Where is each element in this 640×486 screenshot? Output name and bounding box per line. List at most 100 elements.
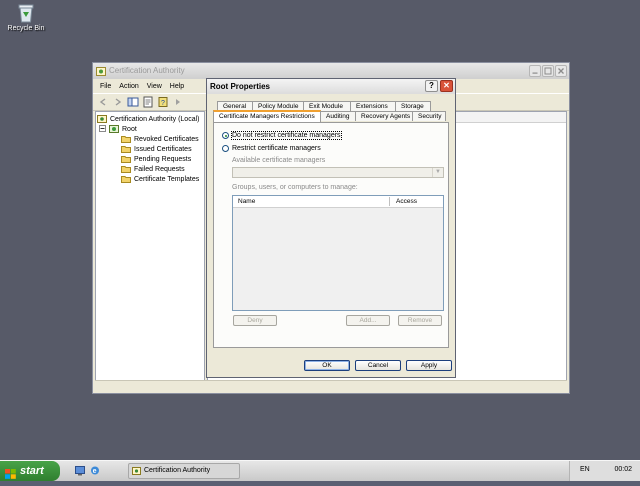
tree-node-failed[interactable]: Failed Requests (121, 165, 185, 173)
column-header-access[interactable]: Access (396, 196, 417, 207)
minimize-icon (532, 72, 538, 74)
ok-button[interactable]: OK (304, 360, 350, 371)
system-tray: EN 00:02 (569, 461, 640, 481)
taskbar-item-label: Certification Authority (144, 467, 211, 474)
dialog-title: Root Properties (210, 82, 271, 91)
forward-arrow-icon (115, 98, 122, 106)
taskbar-item-certification-authority[interactable]: Certification Authority (128, 463, 240, 479)
taskbar: start e Certification Authority EN 00:02 (0, 460, 640, 481)
menu-help[interactable]: Help (168, 83, 186, 90)
add-button[interactable]: Add... (346, 315, 390, 326)
recycle-bin-shortcut[interactable]: Recycle Bin (6, 2, 46, 32)
internet-explorer-icon: e (91, 466, 99, 475)
certificate-authority-icon (96, 66, 106, 76)
play-button[interactable] (172, 96, 184, 108)
language-indicator[interactable]: EN (580, 466, 590, 473)
tab-panel: Do not restrict certificate managers Res… (213, 122, 449, 348)
tab-certificate-managers-restrictions[interactable]: Certificate Managers Restrictions (213, 110, 321, 122)
radio-do-not-restrict[interactable]: Do not restrict certificate managers (222, 131, 342, 140)
tree-label-pending: Pending Requests (134, 155, 192, 163)
maximize-icon (544, 67, 552, 75)
collapse-minus-icon[interactable] (99, 125, 106, 133)
show-desktop-icon (75, 466, 85, 476)
column-header-name[interactable]: Name (238, 196, 255, 207)
tree-node-revoked[interactable]: Revoked Certificates (121, 135, 199, 143)
dialog-titlebar[interactable]: Root Properties ? ✕ (207, 79, 455, 94)
column-divider (389, 197, 390, 206)
close-icon: ✕ (443, 81, 450, 90)
mmc-title: Certification Authority (109, 66, 185, 75)
folder-icon (121, 145, 131, 153)
svg-text:e: e (93, 468, 97, 475)
radio-do-not-restrict-label: Do not restrict certificate managers (231, 131, 342, 140)
folder-icon (121, 135, 131, 143)
maximize-button[interactable] (542, 65, 554, 77)
minimize-button[interactable] (529, 65, 541, 77)
close-icon (558, 68, 564, 74)
radio-restrict[interactable]: Restrict certificate managers (222, 145, 321, 152)
available-managers-label: Available certificate managers (232, 157, 326, 164)
back-arrow-icon (99, 98, 106, 106)
radio-restrict-label: Restrict certificate managers (232, 145, 321, 152)
clock[interactable]: 00:02 (614, 466, 632, 473)
folder-icon (121, 165, 131, 173)
console-tree-icon (127, 97, 139, 107)
console-tree: Certification Authority (Local) Root Rev… (95, 111, 205, 381)
radio-selected-icon (222, 132, 229, 139)
console-tree-button[interactable] (127, 96, 139, 108)
recycle-bin-label: Recycle Bin (7, 25, 45, 32)
tab-auditing[interactable]: Auditing (320, 111, 356, 121)
back-button[interactable] (97, 96, 109, 108)
radio-unselected-icon (222, 145, 229, 152)
svg-text:?: ? (161, 100, 165, 107)
apply-button[interactable]: Apply (406, 360, 452, 371)
tab-security[interactable]: Security (412, 111, 446, 121)
mmc-close-button[interactable] (555, 65, 567, 77)
tree-label-issued: Issued Certificates (134, 145, 192, 153)
dialog-close-button[interactable]: ✕ (440, 80, 453, 92)
properties-icon (143, 96, 153, 108)
folder-icon (121, 155, 131, 163)
recycle-bin-icon (15, 2, 37, 24)
menu-file[interactable]: File (98, 83, 113, 90)
certificate-authority-icon (132, 467, 141, 475)
remove-button[interactable]: Remove (398, 315, 442, 326)
tree-label-ca-local: Certification Authority (Local) (110, 115, 200, 123)
tree-node-ca-local[interactable]: Certification Authority (Local) (97, 115, 199, 123)
cancel-button[interactable]: Cancel (355, 360, 401, 371)
tab-recovery-agents[interactable]: Recovery Agents (355, 111, 413, 121)
folder-icon (121, 175, 131, 183)
groups-label: Groups, users, or computers to manage: (232, 184, 358, 191)
tree-label-root: Root (122, 125, 137, 133)
ca-snapin-icon (97, 115, 107, 123)
start-button[interactable]: start (0, 461, 60, 481)
status-bar (95, 380, 567, 391)
help-button[interactable]: ? (157, 96, 169, 108)
menu-action[interactable]: Action (117, 83, 140, 90)
tab-extensions[interactable]: Extensions (350, 101, 396, 111)
tree-node-issued[interactable]: Issued Certificates (121, 145, 192, 153)
mmc-titlebar[interactable]: Certification Authority (93, 63, 569, 79)
play-icon (176, 99, 180, 105)
tree-label-failed: Failed Requests (134, 165, 185, 173)
listview-header: Name Access (233, 196, 443, 208)
tab-row-2: Certificate Managers Restrictions Auditi… (213, 110, 446, 122)
tree-node-root[interactable]: Root (99, 125, 137, 133)
properties-button[interactable] (142, 96, 154, 108)
tab-storage[interactable]: Storage (395, 101, 431, 111)
deny-button[interactable]: Deny (233, 315, 277, 326)
ca-server-icon (109, 125, 119, 133)
tree-node-pending[interactable]: Pending Requests (121, 155, 191, 163)
menu-view[interactable]: View (145, 83, 164, 90)
start-label: start (20, 465, 44, 477)
quicklaunch-ie[interactable]: e (90, 465, 100, 476)
available-managers-combo[interactable]: ▼ (232, 167, 444, 178)
tree-label-revoked: Revoked Certificates (134, 135, 199, 143)
quicklaunch-desktop[interactable] (75, 465, 85, 476)
tree-label-templates: Certificate Templates (134, 175, 200, 183)
forward-button[interactable] (112, 96, 124, 108)
tree-node-templates[interactable]: Certificate Templates (121, 175, 199, 183)
help-book-icon: ? (158, 97, 168, 107)
dialog-help-button[interactable]: ? (425, 80, 438, 92)
groups-listview[interactable]: Name Access (232, 195, 444, 311)
